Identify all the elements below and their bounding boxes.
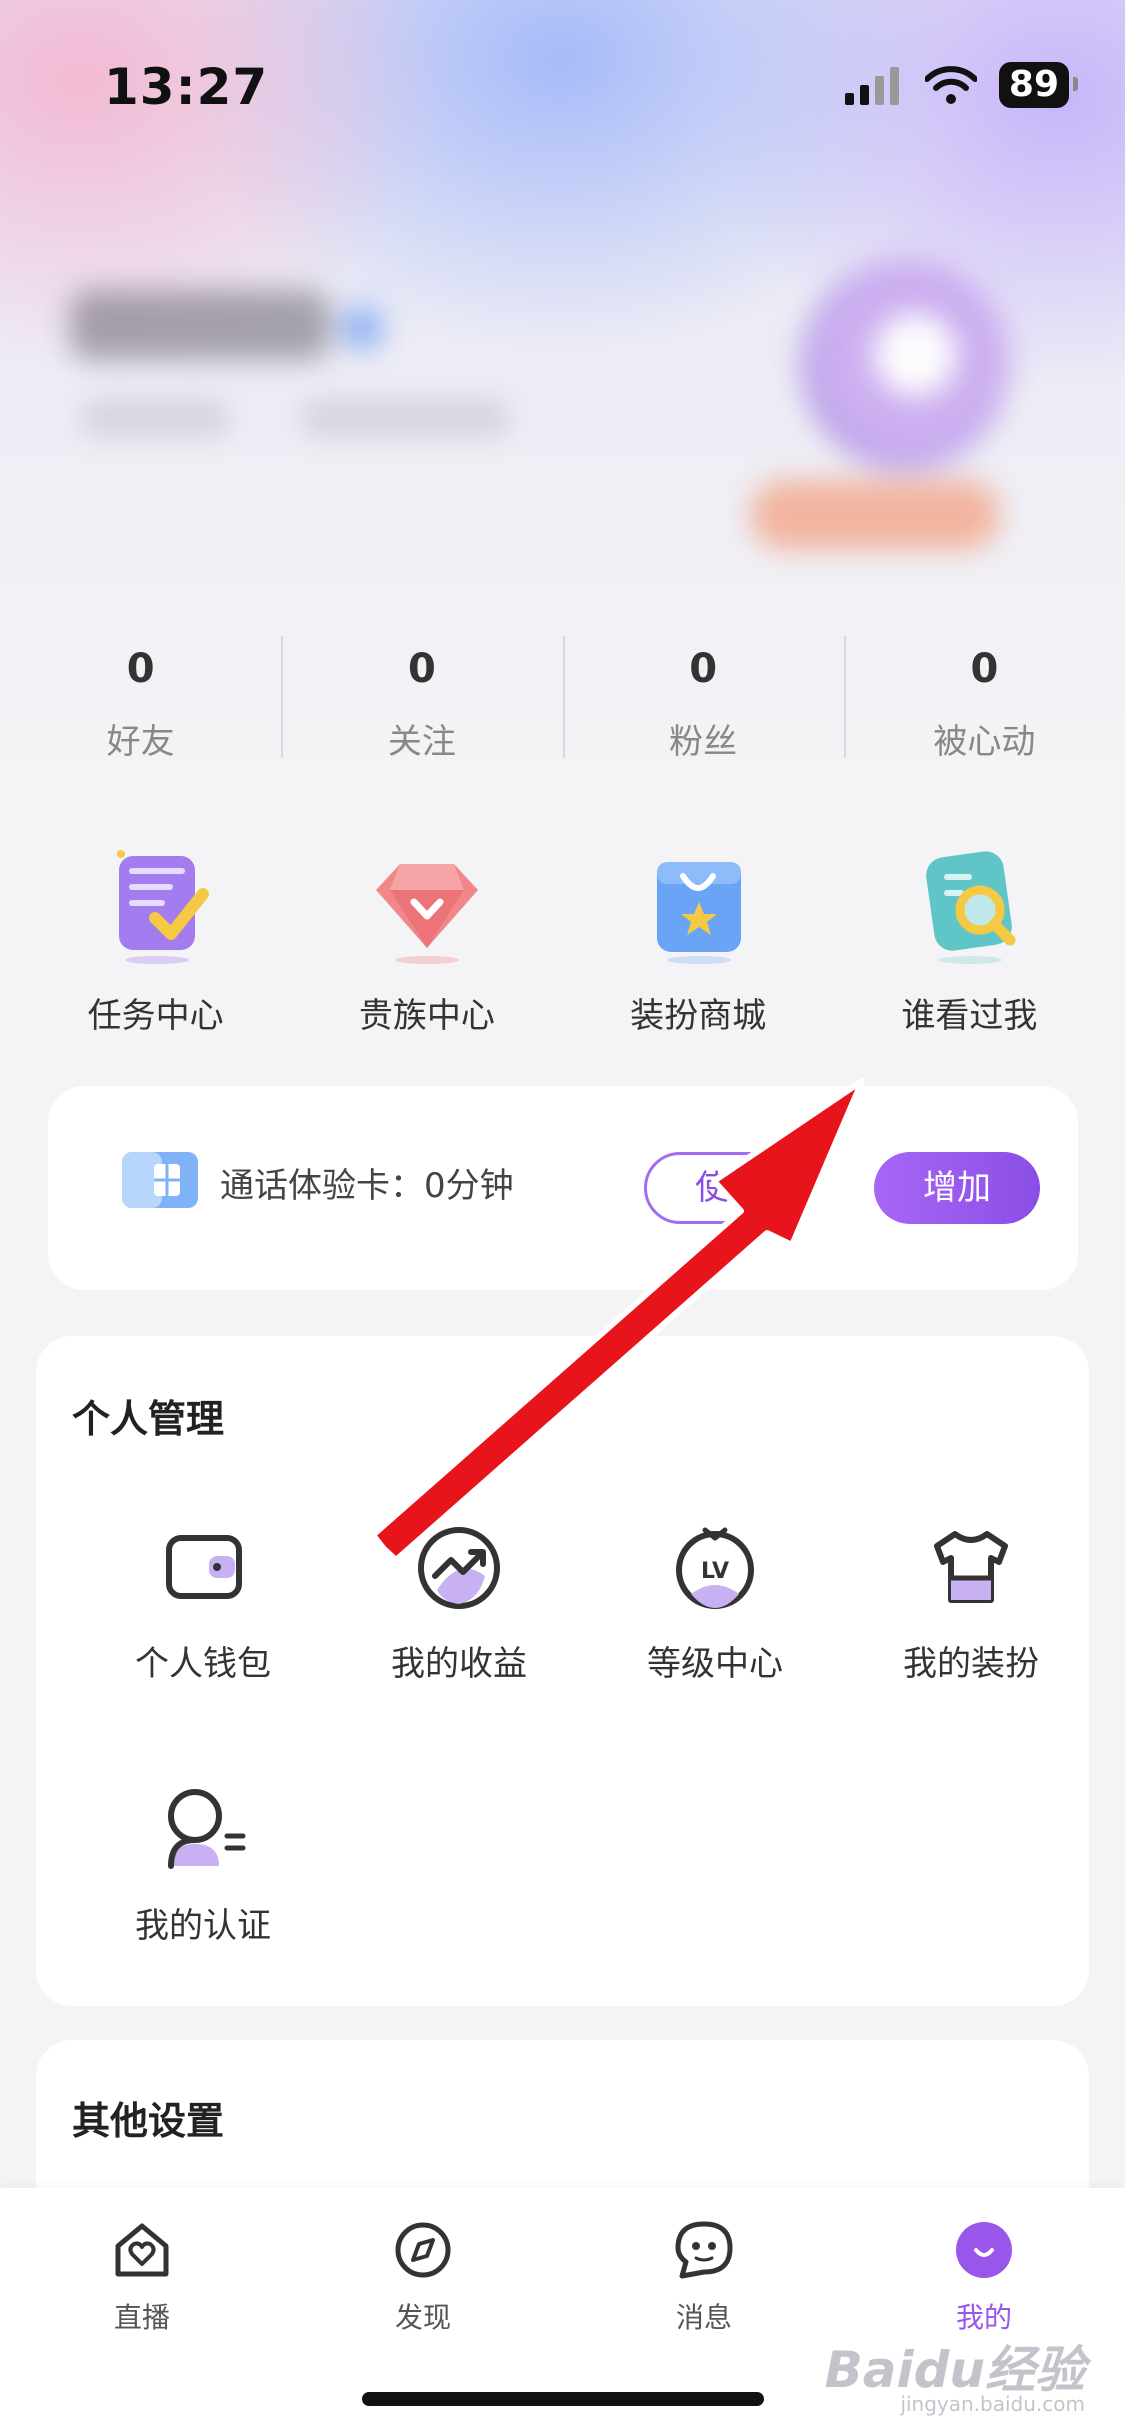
svg-text:LV: LV xyxy=(701,1559,729,1584)
quick-who-viewed-me[interactable]: 谁看过我 xyxy=(839,840,1099,1037)
tshirt-icon xyxy=(921,1516,1021,1616)
quick-dress-mall[interactable]: 装扮商城 xyxy=(568,840,828,1037)
quick-task-center[interactable]: 任务中心 xyxy=(26,840,286,1037)
chat-icon xyxy=(672,2218,736,2282)
signal-icon xyxy=(844,67,899,105)
tab-label: 消息 xyxy=(675,2301,732,2334)
stat-value: 0 xyxy=(126,646,155,692)
verified-badge-icon xyxy=(340,306,384,350)
home-indicator xyxy=(362,2392,764,2406)
manage-wallet[interactable]: 个人钱包 xyxy=(78,1516,328,1685)
stat-value: 0 xyxy=(689,646,718,692)
battery-indicator: 89 xyxy=(998,62,1079,108)
level-icon: LV xyxy=(665,1516,765,1616)
quick-entries: 任务中心 贵族中心 装扮商城 谁看过我 xyxy=(0,840,1125,1037)
stat-value: 0 xyxy=(970,646,999,692)
stats-row: 0 好友 0 关注 0 粉丝 0 被心动 xyxy=(0,636,1125,766)
manage-label: 我的认证 xyxy=(135,1906,271,1946)
watermark-url: jingyan.baidu.com xyxy=(900,2392,1085,2416)
stat-value: 0 xyxy=(407,646,436,692)
personal-management-card: 个人管理 个人钱包 我的收益 LV 等级中心 我的装扮 我的认证 xyxy=(36,1336,1089,2006)
stat-liked-by[interactable]: 0 被心动 xyxy=(843,636,1125,766)
tab-label: 直播 xyxy=(113,2301,170,2334)
tab-discover[interactable]: 发现 xyxy=(353,2218,493,2336)
stat-following[interactable]: 0 关注 xyxy=(281,636,562,766)
profile-id-blurred xyxy=(80,400,230,436)
sim-card-icon xyxy=(120,1146,204,1214)
quick-noble-center[interactable]: 贵族中心 xyxy=(297,840,557,1037)
shopping-bag-icon xyxy=(633,840,763,970)
quick-label: 任务中心 xyxy=(87,996,224,1036)
manage-verification[interactable]: 我的认证 xyxy=(78,1778,328,1947)
manage-label: 等级中心 xyxy=(647,1644,783,1684)
call-experience-card: 通话体验卡：0分钟 使用 增加 xyxy=(48,1086,1078,1290)
profile-smile-icon xyxy=(952,2218,1016,2282)
manage-earnings[interactable]: 我的收益 xyxy=(334,1516,584,1685)
avatar-badge xyxy=(750,480,1000,550)
add-button[interactable]: 增加 xyxy=(874,1152,1040,1224)
status-bar: 13:27 89 xyxy=(0,0,1125,160)
manage-label: 我的装扮 xyxy=(903,1644,1039,1684)
manage-label: 我的收益 xyxy=(391,1644,527,1684)
live-home-icon xyxy=(110,2218,174,2282)
manage-my-outfit[interactable]: 我的装扮 xyxy=(846,1516,1096,1685)
use-button[interactable]: 使用 xyxy=(644,1152,814,1224)
section-title: 其他设置 xyxy=(72,2099,225,2143)
stat-label: 粉丝 xyxy=(669,722,738,762)
earnings-icon xyxy=(409,1516,509,1616)
status-time: 13:27 xyxy=(104,58,269,116)
section-title: 个人管理 xyxy=(72,1397,225,1441)
wallet-icon xyxy=(153,1516,253,1616)
stat-fans[interactable]: 0 粉丝 xyxy=(562,636,844,766)
profile-tag-blurred xyxy=(300,400,510,436)
profile-info-blurred[interactable] xyxy=(0,240,1125,600)
tab-mine[interactable]: 我的 xyxy=(914,2218,1054,2336)
stat-friends[interactable]: 0 好友 xyxy=(0,636,281,766)
stat-label: 好友 xyxy=(106,722,175,762)
quick-label: 谁看过我 xyxy=(901,996,1038,1036)
profile-name-blurred xyxy=(70,290,330,360)
stat-label: 被心动 xyxy=(933,722,1036,762)
call-card-text: 通话体验卡：0分钟 xyxy=(220,1166,514,1206)
verify-user-icon xyxy=(153,1778,253,1878)
task-icon xyxy=(91,840,221,970)
status-icons: 89 xyxy=(843,62,1079,108)
tab-label: 发现 xyxy=(394,2301,451,2334)
manage-label: 个人钱包 xyxy=(135,1644,271,1684)
manage-level-center[interactable]: LV 等级中心 xyxy=(590,1516,840,1685)
avatar[interactable] xyxy=(800,260,1010,470)
tab-live[interactable]: 直播 xyxy=(72,2218,212,2336)
quick-label: 装扮商城 xyxy=(630,996,767,1036)
wifi-icon xyxy=(924,66,977,104)
search-document-icon xyxy=(904,840,1034,970)
diamond-icon xyxy=(362,840,492,970)
tab-messages[interactable]: 消息 xyxy=(634,2218,774,2336)
compass-icon xyxy=(391,2218,455,2282)
quick-label: 贵族中心 xyxy=(358,996,495,1036)
stat-label: 关注 xyxy=(387,722,456,762)
